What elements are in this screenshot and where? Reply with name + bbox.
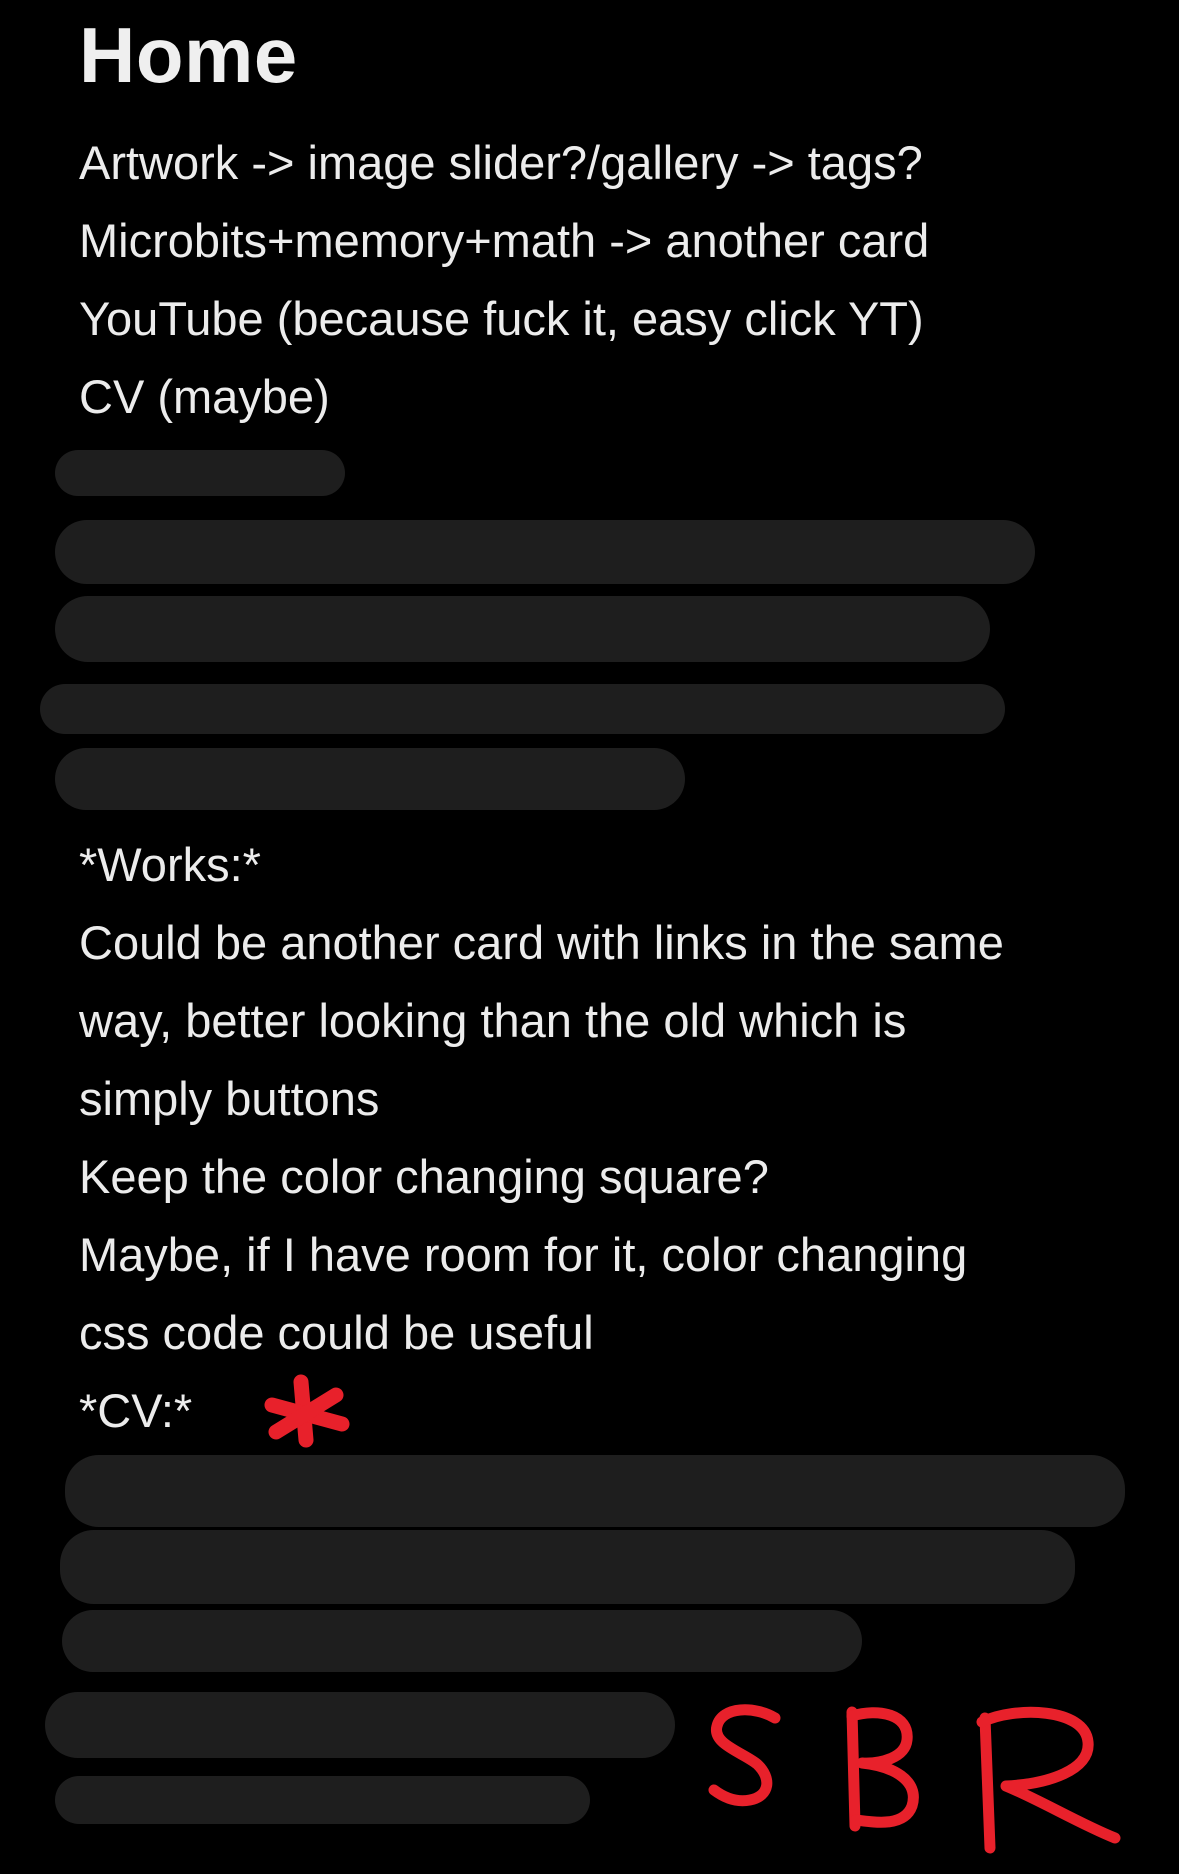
redaction-scribble <box>45 1692 675 1758</box>
note-line: Maybe, if I have room for it, color chan… <box>79 1228 968 1281</box>
note-line: CV (maybe) <box>79 370 330 423</box>
note-line: Microbits+memory+math -> another card <box>79 214 930 267</box>
redaction-scribble <box>40 684 1005 734</box>
asterisk-mark <box>264 1374 350 1448</box>
note-line: Artwork -> image slider?/gallery -> tags… <box>79 136 923 189</box>
note-line: way, better looking than the old which i… <box>79 994 907 1047</box>
note-line: simply buttons <box>79 1072 380 1125</box>
note-body[interactable]: Home Artwork -> image slider?/gallery ->… <box>0 0 1179 1874</box>
note-line: *Works:* <box>79 838 261 891</box>
note-title: Home <box>79 11 298 99</box>
redaction-scribble <box>62 1610 862 1672</box>
note-line: Keep the color changing square? <box>79 1150 769 1203</box>
redaction-scribble <box>55 520 1035 584</box>
redaction-scribble <box>65 1455 1125 1527</box>
note-line: Could be another card with links in the … <box>79 916 1004 969</box>
note-line: css code could be useful <box>79 1306 594 1359</box>
redaction-scribble <box>55 1776 590 1824</box>
note-line: *CV:* <box>79 1384 193 1437</box>
sbr-signature <box>708 1704 1121 1854</box>
note-line: YouTube (because fuck it, easy click YT) <box>79 292 924 345</box>
redaction-scribble <box>55 450 345 496</box>
redaction-scribble <box>55 748 685 810</box>
redaction-scribble <box>55 596 990 662</box>
redaction-scribble <box>60 1530 1075 1604</box>
